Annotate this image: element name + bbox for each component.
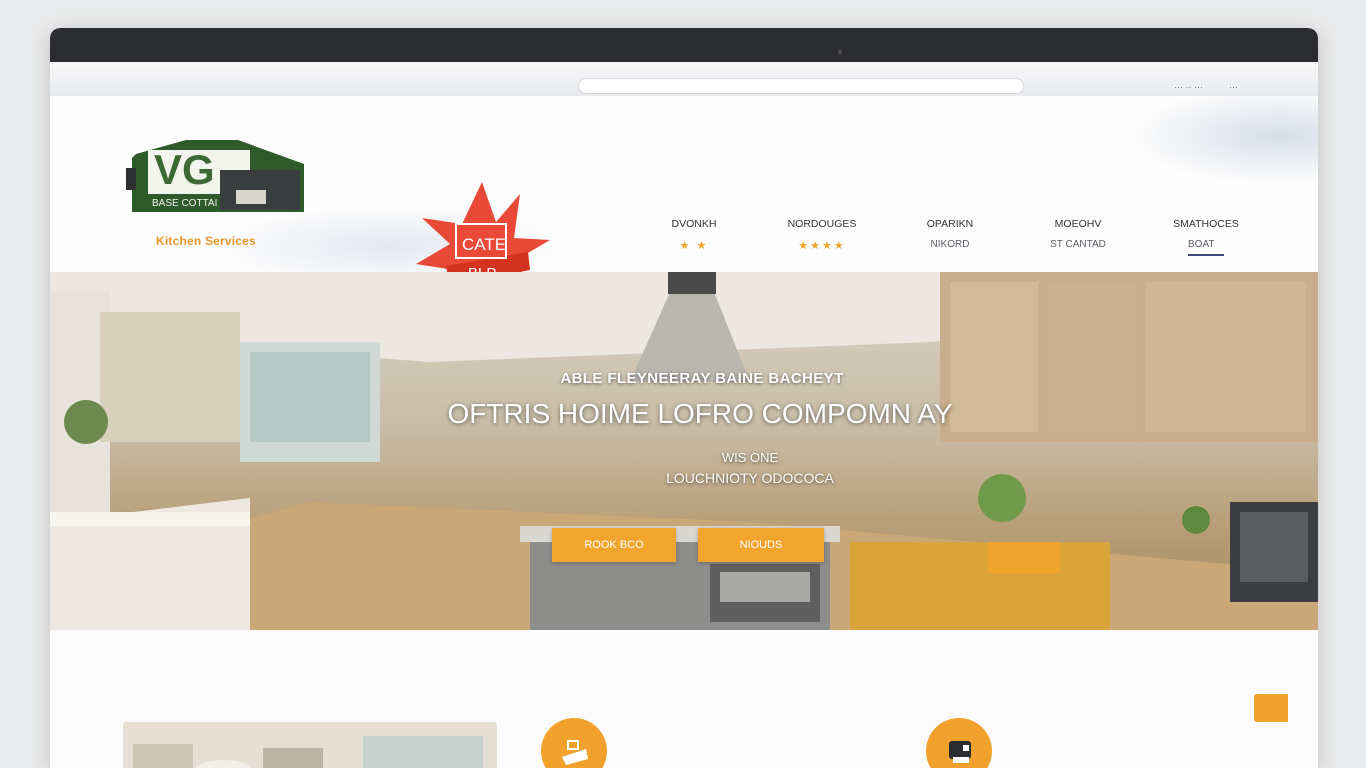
thumbnail-photo: [123, 722, 497, 768]
house-logo-icon: VG BASE COTTAI: [126, 140, 304, 212]
hero-title: OFTRIS HOIME LOFRO COMPOMN AY: [447, 398, 953, 429]
hero-banner: ABLE FLEYNEERAY BAINE BACHEYT OFTRIS HOI…: [50, 272, 1318, 630]
badge-line1: CATE: [462, 235, 506, 254]
nav-label: NORDOUGES: [787, 218, 857, 230]
site-logo[interactable]: VG BASE COTTAI: [126, 134, 306, 214]
nav-sub: BOAT: [1188, 239, 1224, 256]
nav-item-4[interactable]: MOEOHV ST CANTAD: [1014, 218, 1142, 256]
hero-kicker: ABLE FLEYNEERAY BAINE BACHEYT: [560, 370, 844, 387]
nav-sub: ★★★★: [798, 240, 846, 252]
camera-dot-icon: [838, 50, 842, 54]
logo-sub: BASE COTTAI: [152, 198, 217, 209]
nav-item-3[interactable]: OPARIKN NIKORD: [886, 218, 1014, 256]
feature-appliance[interactable]: [926, 718, 992, 768]
hero-description: LOUCHNIOTY ODOCOCA: [666, 470, 834, 486]
feature-tools[interactable]: [541, 718, 607, 768]
nav-sub: ST CANTAD: [1050, 239, 1106, 250]
nav-sub: NIKORD: [930, 239, 970, 250]
nav-item-5[interactable]: SMATHOCES BOAT: [1142, 218, 1270, 256]
address-bar[interactable]: [578, 78, 1024, 94]
book-button[interactable]: ROOK BCO: [552, 528, 676, 562]
mixer-icon: [949, 741, 971, 763]
nav-item-1[interactable]: DVONKH ★ ★: [630, 218, 758, 256]
learn-more-button[interactable]: NIOUDS: [698, 528, 824, 562]
nav-label: DVONKH: [671, 218, 717, 230]
logo-text: VG: [154, 146, 215, 193]
nav-label: SMATHOCES: [1173, 218, 1239, 230]
side-tab[interactable]: [1254, 694, 1288, 722]
nav-label: OPARIKN: [926, 218, 974, 230]
top-link-1[interactable]: ··· ·· ···: [1174, 82, 1203, 92]
main-nav: DVONKH ★ ★ NORDOUGES ★★★★ OPARIKN NIKORD…: [630, 218, 1270, 256]
kitchen-thumbnail[interactable]: [123, 722, 497, 768]
decorative-highlight: [988, 542, 1060, 574]
top-links: ··· ·· ··· ···: [1174, 82, 1238, 92]
hero-subtitle: WIS ONE: [721, 450, 779, 465]
features-section: [50, 630, 1318, 768]
nav-sub: ★ ★: [679, 240, 709, 252]
browser-window: ··· ·· ··· ··· VG BASE COTTAI Kitchen Se…: [50, 28, 1318, 768]
site-tagline: Kitchen Services: [156, 234, 256, 248]
nav-label: MOEOHV: [1054, 218, 1102, 230]
toolbox-icon: [562, 740, 588, 765]
nav-item-2[interactable]: NORDOUGES ★★★★: [758, 218, 886, 256]
window-titlebar: [50, 28, 1318, 62]
top-link-2[interactable]: ···: [1229, 82, 1238, 92]
site-header: VG BASE COTTAI Kitchen Services CATE BLP…: [50, 96, 1318, 318]
